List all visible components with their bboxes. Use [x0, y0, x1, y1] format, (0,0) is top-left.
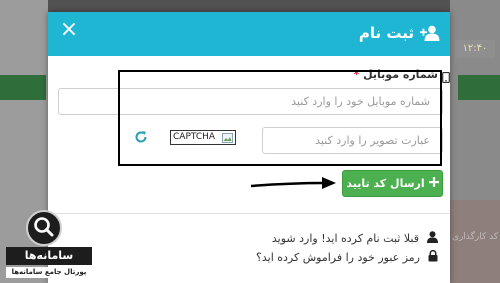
- login-link[interactable]: قبلا ثبت نام کرده اید! وارد شوید: [272, 231, 438, 246]
- background-clock: ۱۲:۴۰: [455, 40, 495, 58]
- plus-icon: [428, 177, 439, 190]
- login-link-text[interactable]: قبلا ثبت نام کرده اید! وارد شوید: [272, 232, 419, 245]
- watermark-logo: سامانه‌ها پورتال جامع سامانه‌ها: [6, 210, 92, 280]
- background-green-block-right-2: [486, 75, 500, 100]
- send-code-button[interactable]: ارسال کد تایید: [342, 170, 443, 197]
- user-plus-icon: [420, 25, 440, 45]
- divider: [48, 213, 450, 214]
- send-code-label: ارسال کد تایید: [346, 177, 425, 190]
- close-button[interactable]: ×: [58, 18, 80, 42]
- magnifier-logo-icon: [26, 210, 62, 246]
- close-icon[interactable]: ×: [60, 17, 78, 42]
- modal-header: × ثبت نام: [48, 12, 450, 56]
- annotation-highlight-box: [118, 70, 442, 166]
- modal-title: ثبت نام: [358, 24, 414, 42]
- background-green-block-right: [458, 75, 486, 100]
- mobile-phone-icon: [442, 68, 450, 87]
- background-green-block: [0, 75, 46, 100]
- forgot-password-text[interactable]: رمز عبور خود را فراموش کرده اید؟: [256, 251, 420, 264]
- watermark-brand: سامانه‌ها: [6, 247, 92, 265]
- forgot-password-link[interactable]: رمز عبور خود را فراموش کرده اید؟: [256, 249, 438, 265]
- user-icon: [427, 231, 438, 246]
- arrow-icon: [250, 175, 338, 195]
- watermark-tagline: پورتال جامع سامانه‌ها: [6, 267, 92, 278]
- lock-icon: [428, 249, 438, 265]
- background-text: کد کارگذاری: [452, 232, 499, 242]
